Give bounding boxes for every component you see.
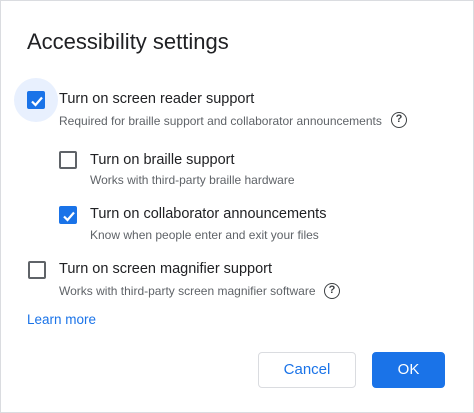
help-circle-icon[interactable]: ?	[324, 283, 340, 299]
screen-reader-checkbox[interactable]	[27, 91, 45, 109]
help-circle-icon[interactable]: ?	[391, 112, 407, 128]
screen-magnifier-label[interactable]: Turn on screen magnifier support	[59, 260, 272, 278]
ok-button[interactable]: OK	[372, 352, 445, 388]
checkmark-icon	[63, 211, 75, 222]
screen-reader-description: Required for braille support and collabo…	[59, 114, 382, 128]
dialog-title: Accessibility settings	[27, 29, 229, 54]
braille-support-label[interactable]: Turn on braille support	[90, 151, 235, 169]
cancel-button[interactable]: Cancel	[258, 352, 356, 388]
learn-more-link[interactable]: Learn more	[27, 312, 96, 328]
screen-reader-label[interactable]: Turn on screen reader support	[59, 90, 254, 108]
screen-magnifier-description: Works with third-party screen magnifier …	[59, 284, 316, 298]
collaborator-announcements-checkbox[interactable]	[59, 206, 77, 224]
accessibility-settings-dialog: Accessibility settings Turn on screen re…	[0, 0, 474, 413]
braille-support-description: Works with third-party braille hardware	[90, 173, 295, 187]
screen-magnifier-checkbox[interactable]	[28, 261, 46, 279]
collaborator-announcements-description: Know when people enter and exit your fil…	[90, 228, 319, 242]
checkmark-icon	[31, 96, 43, 107]
collaborator-announcements-label[interactable]: Turn on collaborator announcements	[90, 205, 326, 223]
braille-support-checkbox[interactable]	[59, 151, 77, 169]
